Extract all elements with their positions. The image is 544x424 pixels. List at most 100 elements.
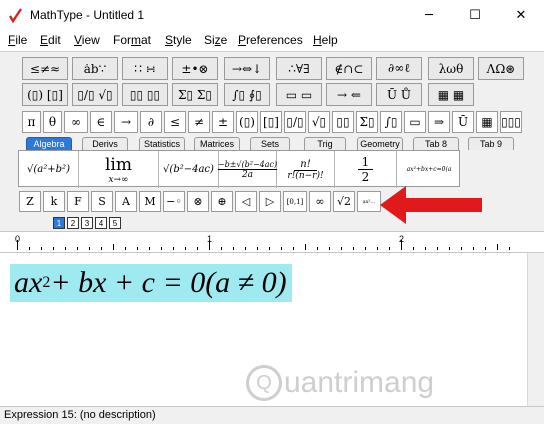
tab-derivs[interactable]: Derivs <box>82 137 128 150</box>
palette-labeled-arrows-button[interactable]: → ⇐ <box>326 83 372 106</box>
menu-bar: File Edit View Format Style Size Prefere… <box>0 30 544 51</box>
template-combination[interactable]: n! r!(n−r)! <box>277 151 335 188</box>
symbol-infinity-button-2[interactable]: ∞ <box>309 191 331 212</box>
tab-matrices[interactable]: Matrices <box>194 137 240 150</box>
palette-spaces-button[interactable]: ȧb∵ <box>72 57 118 80</box>
tab-algebra[interactable]: Algebra <box>26 137 72 150</box>
menu-help[interactable]: Help <box>313 33 338 47</box>
ruler-tick <box>221 247 222 250</box>
template-integral-button[interactable]: ∫▯ <box>380 111 402 133</box>
size-tab-1[interactable]: 1 <box>53 217 65 229</box>
menu-edit[interactable]: Edit <box>40 33 61 47</box>
template-limit[interactable]: lim x→∞ <box>79 151 159 188</box>
palette-fractions-button[interactable]: ▯/▯ √▯ <box>72 83 118 106</box>
palette-greek-lower-button[interactable]: λωθ <box>428 57 474 80</box>
size-tab-4[interactable]: 4 <box>95 217 107 229</box>
ruler-tick <box>89 247 90 250</box>
template-superscript-button[interactable]: ▯▯ <box>332 111 354 133</box>
ruler-tick <box>497 244 498 250</box>
tab-8[interactable]: Tab 8 <box>413 137 459 150</box>
template-arrow-button[interactable]: ⇒ <box>428 111 450 133</box>
symbol-neq-button[interactable]: ≠ <box>188 111 210 133</box>
template-misc-button[interactable]: ▯▯▯ <box>500 111 522 133</box>
symbol-theta-button[interactable]: θ <box>43 111 62 133</box>
template-fraction-button[interactable]: ▯/▯ <box>284 111 306 133</box>
menu-format[interactable]: Format <box>113 33 151 47</box>
palette-operators-button[interactable]: ±•⊗ <box>172 57 218 80</box>
symbol-otimes-button[interactable]: ⊗ <box>187 191 209 212</box>
menu-style[interactable]: Style <box>165 33 192 47</box>
minimize-button[interactable]: ─ <box>406 0 452 30</box>
template-quadratic-formula[interactable]: −b±√(b²−4ac) 2a <box>217 151 278 188</box>
palette-greek-upper-button[interactable]: ΛΩ⊛ <box>478 57 524 80</box>
quadratic-numerator: −b±√(b²−4ac) <box>217 159 278 170</box>
template-discriminant[interactable]: √(b²−4ac) <box>159 151 219 188</box>
tab-geometry[interactable]: Geometry <box>357 137 403 150</box>
symbol-infinity-button[interactable]: ∞ <box>64 111 88 133</box>
symbol-oplus-button[interactable]: ⊕ <box>211 191 233 212</box>
template-box-button[interactable]: ▭ <box>404 111 426 133</box>
menu-size[interactable]: Size <box>204 33 227 47</box>
symbol-element-of-button[interactable]: ∈ <box>90 111 112 133</box>
palette-integrals-button[interactable]: ∫▯ ∮▯ <box>224 83 270 106</box>
symbol-arrow-button[interactable]: → <box>114 111 138 133</box>
ruler-tick <box>413 247 414 250</box>
palette-fences-button[interactable]: (▯) [▯] <box>22 83 68 106</box>
symbol-a-button[interactable]: A <box>115 191 137 212</box>
palette-arrows-button[interactable]: →⇔↓ <box>224 57 270 80</box>
menu-file[interactable]: File <box>8 33 27 47</box>
palette-embellishments-button[interactable]: ∷ ∺ <box>122 57 168 80</box>
palette-relations-button[interactable]: ≤≠≈ <box>22 57 68 80</box>
template-sqrt-button[interactable]: √▯ <box>308 111 330 133</box>
size-tab-3[interactable]: 3 <box>81 217 93 229</box>
template-sum-button[interactable]: Σ▯ <box>356 111 378 133</box>
symbol-plusminus-button[interactable]: ± <box>212 111 234 133</box>
palette-matrices-button[interactable]: ▦ ▦ <box>428 83 474 106</box>
palette-summation-button[interactable]: Σ▯ Σ▯ <box>172 83 218 106</box>
symbol-partial-button[interactable]: ∂ <box>140 111 162 133</box>
symbol-sqrt2-button[interactable]: √2 <box>333 191 355 212</box>
maximize-button[interactable]: ☐ <box>452 0 498 30</box>
menu-view[interactable]: View <box>74 33 100 47</box>
symbol-m-button[interactable]: M <box>139 191 161 212</box>
palette-misc-button[interactable]: ∂∞ℓ <box>376 57 422 80</box>
tab-statistics[interactable]: Statistics <box>139 137 185 150</box>
template-brackets-button[interactable]: [▯] <box>260 111 282 133</box>
ruler-tick <box>41 247 42 250</box>
template-custom-quadratic[interactable]: ax²+bx+c=0(a <box>397 151 461 188</box>
combination-denominator: r!(n−r)! <box>287 170 324 181</box>
close-button[interactable]: ✕ <box>498 0 544 30</box>
ruler-tick <box>113 244 114 250</box>
symbol-f-button[interactable]: F <box>67 191 89 212</box>
size-tab-5[interactable]: 5 <box>109 217 121 229</box>
tab-9[interactable]: Tab 9 <box>468 137 514 150</box>
palette-boxes-button[interactable]: ▭ ▭ <box>276 83 322 106</box>
symbol-interval-button[interactable]: [0,1] <box>283 191 307 212</box>
palette-sets-button[interactable]: ∉∩⊂ <box>326 57 372 80</box>
template-one-half[interactable]: 1 2 <box>335 151 397 188</box>
template-parens-button[interactable]: (▯) <box>236 111 258 133</box>
menu-preferences[interactable]: Preferences <box>238 33 303 47</box>
palette-logic-button[interactable]: ∴∀∃ <box>276 57 322 80</box>
symbol-k-button[interactable]: k <box>43 191 65 212</box>
symbol-s-button[interactable]: S <box>91 191 113 212</box>
palette-products-button[interactable]: Ū Ů <box>376 83 422 106</box>
symbol-leq-button[interactable]: ≤ <box>164 111 186 133</box>
tab-trig[interactable]: Trig <box>304 137 346 150</box>
symbol-left-triangle-button[interactable]: ◁ <box>235 191 257 212</box>
vertical-scrollbar[interactable] <box>527 253 544 406</box>
symbol-pi-button[interactable]: π <box>22 111 41 133</box>
template-bar-button[interactable]: Ū <box>452 111 474 133</box>
combination-numerator: n! <box>294 159 317 171</box>
symbol-right-triangle-button[interactable]: ▷ <box>259 191 281 212</box>
tab-sets[interactable]: Sets <box>250 137 290 150</box>
palette-scripts-button[interactable]: ▯▯ ▯▯ <box>122 83 168 106</box>
watermark-logo-icon: Q <box>246 365 282 401</box>
size-tab-2[interactable]: 2 <box>67 217 79 229</box>
ruler-tick <box>29 247 30 250</box>
template-pythagoras[interactable]: √(a²+b²) <box>19 151 79 188</box>
equation-expression[interactable]: ax 2 + bx + c = 0(a ≠ 0) <box>10 264 292 302</box>
symbol-multimap-button[interactable]: −◦ <box>163 191 185 212</box>
template-matrix-button[interactable]: ▦ <box>476 111 498 133</box>
symbol-z-button[interactable]: Z <box>19 191 41 212</box>
